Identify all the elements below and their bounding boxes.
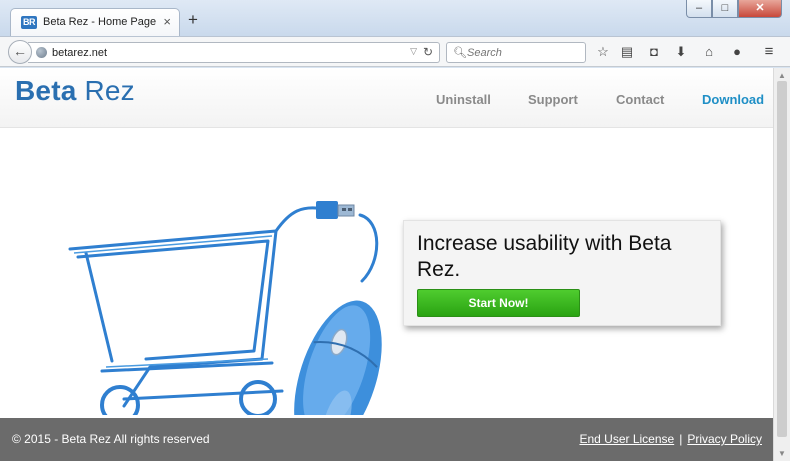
search-input[interactable] (467, 45, 579, 60)
pocket-icon[interactable]: ◘ (645, 43, 663, 61)
scroll-down-arrow-icon[interactable]: ▼ (778, 449, 786, 458)
history-dropdown-icon[interactable]: ▽ (410, 46, 417, 57)
scroll-up-arrow-icon[interactable]: ▲ (778, 71, 786, 80)
logo-bold-text: Beta (15, 75, 77, 106)
hamburger-menu-icon[interactable]: ≡ (760, 43, 778, 61)
browser-navbar: betarez.net ▽ ↻ ← 🔍︎ ☆ ▤ ◘ ⬇ ⌂ ● ≡ (0, 36, 790, 67)
close-tab-icon[interactable]: × (163, 14, 171, 29)
web-page: Beta Rez Uninstall Support Contact Downl… (0, 68, 773, 461)
back-arrow-icon[interactable]: ← (8, 40, 32, 64)
site-footer: © 2015 - Beta Rez All rights reserved En… (0, 418, 773, 461)
reading-list-icon[interactable]: ▤ (618, 43, 636, 61)
close-window-icon[interactable]: ✕ (738, 0, 782, 18)
chat-icon[interactable]: ● (728, 43, 746, 61)
site-identity-globe-icon[interactable] (36, 47, 47, 58)
site-logo[interactable]: Beta Rez (15, 75, 135, 107)
scrollbar-thumb[interactable] (777, 81, 787, 437)
new-tab-plus-icon[interactable]: + (188, 11, 198, 28)
browser-tab[interactable]: BR Beta Rez - Home Page × (10, 8, 180, 36)
nav-download[interactable]: Download (702, 92, 764, 107)
shopping-cart-mouse-illustration (68, 201, 382, 415)
address-bar[interactable]: betarez.net ▽ ↻ (28, 42, 440, 63)
tab-title: Beta Rez - Home Page (43, 16, 157, 28)
reload-icon[interactable]: ↻ (423, 45, 433, 59)
search-icon: 🔍︎ (453, 47, 467, 59)
hero-headline: Increase usability with Beta Rez. (417, 232, 672, 281)
footer-separator: | (679, 432, 683, 446)
download-icon[interactable]: ⬇ (672, 43, 690, 61)
page-scrollbar[interactable]: ▲ ▼ (773, 68, 790, 461)
nav-support[interactable]: Support (528, 92, 578, 107)
site-header: Beta Rez Uninstall Support Contact Downl… (0, 68, 773, 128)
nav-contact[interactable]: Contact (616, 92, 664, 107)
privacy-policy-link[interactable]: Privacy Policy (687, 432, 762, 446)
nav-uninstall[interactable]: Uninstall (436, 92, 491, 107)
hero-section: Increase usability with Beta Rez. Start … (0, 128, 773, 418)
url-text[interactable]: betarez.net (52, 47, 107, 59)
start-now-button[interactable]: Start Now! (417, 289, 580, 317)
cart-wheel-right (239, 380, 277, 415)
minimize-window-icon[interactable]: – (686, 0, 712, 18)
logo-light-text: Rez (84, 75, 135, 106)
cart-wheel-left (100, 385, 140, 415)
copyright-text: © 2015 - Beta Rez All rights reserved (12, 432, 210, 446)
end-user-license-link[interactable]: End User License (579, 432, 674, 446)
browser-titlebar: BR Beta Rez - Home Page × + – □ ✕ (0, 0, 790, 36)
search-bar[interactable]: 🔍︎ (446, 42, 586, 63)
site-favicon-icon: BR (21, 16, 37, 29)
bookmark-star-icon[interactable]: ☆ (594, 43, 612, 61)
footer-links: End User License | Privacy Policy (579, 432, 762, 446)
maximize-window-icon[interactable]: □ (712, 0, 738, 18)
home-icon[interactable]: ⌂ (700, 43, 718, 61)
window-controls: – □ ✕ (686, 0, 782, 20)
cta-panel: Increase usability with Beta Rez. Start … (403, 220, 721, 326)
